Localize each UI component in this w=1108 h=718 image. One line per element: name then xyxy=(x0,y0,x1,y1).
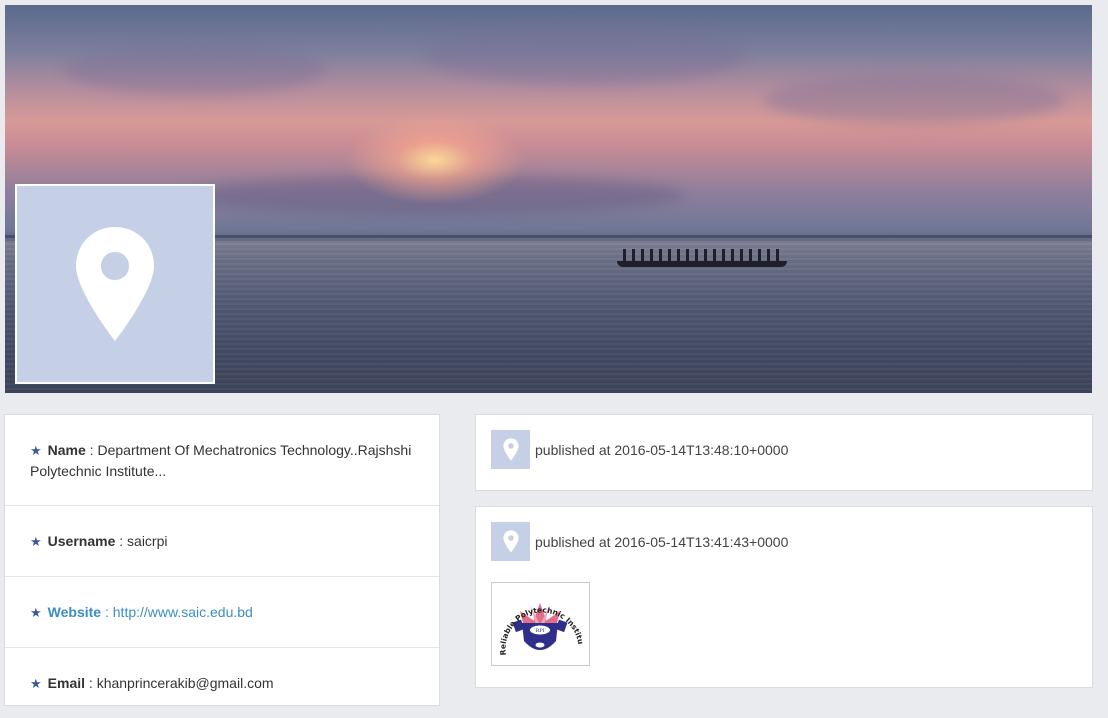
cloud xyxy=(765,75,1065,125)
website-row: ★ Website : http://www.saic.edu.bd xyxy=(5,577,439,648)
name-row: ★ Name : Department Of Mechatronics Techn… xyxy=(5,415,439,506)
map-pin-icon xyxy=(502,530,519,553)
name-label: Name xyxy=(47,441,86,458)
post-image[interactable]: RPI Reliable Polytechnic Institute xyxy=(489,576,590,666)
username-row: ★ Username : saicrpi xyxy=(5,506,439,577)
separator: : xyxy=(101,603,113,620)
sun-glow xyxy=(345,115,525,205)
email-label: Email xyxy=(47,674,86,691)
map-pin-icon xyxy=(76,227,154,341)
post-card: published at 2016-05-14T13:41:43+0000 RP… xyxy=(475,506,1093,688)
map-pin-icon xyxy=(502,438,519,461)
separator: : xyxy=(85,441,98,458)
separator: : xyxy=(115,532,128,549)
boat xyxy=(617,261,787,267)
email-row: ★ Email : khanprincerakib@gmail.com xyxy=(5,648,439,718)
email-value: khanprincerakib@gmail.com xyxy=(96,674,274,691)
cloud xyxy=(65,45,325,95)
logo-badge: RPI xyxy=(535,628,544,634)
post-header: published at 2016-05-14T13:48:10+0000 xyxy=(491,430,788,469)
separator: : xyxy=(85,674,97,691)
profile-picture[interactable] xyxy=(15,184,215,384)
rpi-logo: RPI Reliable Polytechnic Institute xyxy=(489,576,585,656)
post-timestamp: published at 2016-05-14T13:48:10+0000 xyxy=(535,441,789,458)
star-icon: ★ xyxy=(30,533,42,549)
star-icon: ★ xyxy=(30,604,42,620)
about-card: ★ Name : Department Of Mechatronics Techn… xyxy=(4,414,440,706)
post-avatar[interactable] xyxy=(491,430,530,469)
username-label: Username xyxy=(47,532,116,549)
post-avatar[interactable] xyxy=(491,522,530,561)
star-icon: ★ xyxy=(30,442,42,458)
star-icon: ★ xyxy=(30,675,42,691)
post-header: published at 2016-05-14T13:41:43+0000 xyxy=(491,522,788,561)
website-label: Website xyxy=(47,603,102,620)
post-timestamp: published at 2016-05-14T13:41:43+0000 xyxy=(535,533,789,550)
cloud xyxy=(425,25,745,85)
username-value: saicrpi xyxy=(127,532,168,549)
post-card: published at 2016-05-14T13:48:10+0000 xyxy=(475,414,1093,491)
website-link[interactable]: http://www.saic.edu.bd xyxy=(113,604,253,620)
